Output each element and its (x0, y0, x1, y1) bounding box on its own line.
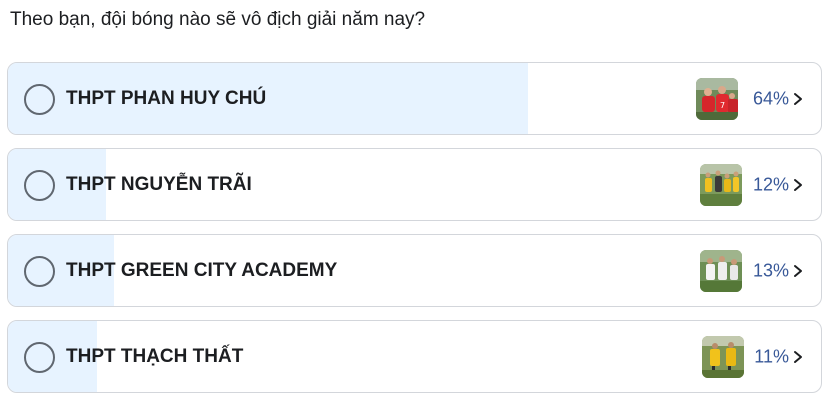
chevron-right-icon[interactable] (792, 264, 804, 278)
vote-percentage: 12% (752, 174, 789, 194)
poll-option-phan-huy-chu[interactable]: THPT PHAN HUY CHÚ 7 64% (7, 62, 822, 135)
poll-option-green-city-academy[interactable]: THPT GREEN CITY ACADEMY 13% (7, 234, 822, 307)
poll-question: Theo bạn, đội bóng nào sẽ vô địch giải n… (10, 9, 426, 30)
poll-option-nguyen-trai[interactable]: THPT NGUYỄN TRÃI 12% (7, 148, 822, 221)
radio-button[interactable] (24, 341, 55, 373)
option-label: THPT PHAN HUY CHÚ (66, 87, 267, 109)
vote-percentage: 11% (754, 346, 789, 366)
option-label: THPT GREEN CITY ACADEMY (66, 259, 338, 281)
svg-text:7: 7 (720, 101, 725, 110)
option-label: THPT NGUYỄN TRÃI (66, 173, 252, 195)
poll-option-thach-that[interactable]: THPT THẠCH THẤT 11% (7, 320, 822, 393)
radio-button[interactable] (24, 83, 55, 115)
chevron-right-icon[interactable] (792, 178, 804, 192)
team-photo-thumbnail (700, 249, 742, 292)
chevron-right-icon[interactable] (792, 350, 804, 364)
radio-button[interactable] (24, 169, 55, 201)
team-photo-thumbnail (702, 335, 744, 378)
vote-percentage: 64% (752, 88, 789, 108)
option-label: THPT THẠCH THẤT (66, 345, 244, 367)
chevron-right-icon[interactable] (792, 92, 804, 106)
team-photo-thumbnail: 7 (696, 77, 738, 120)
team-photo-thumbnail (700, 163, 742, 206)
vote-percentage: 13% (752, 260, 789, 280)
radio-button[interactable] (24, 255, 55, 287)
poll-options: THPT PHAN HUY CHÚ 7 64% THPT NGUYỄN TRÃI (7, 62, 822, 406)
